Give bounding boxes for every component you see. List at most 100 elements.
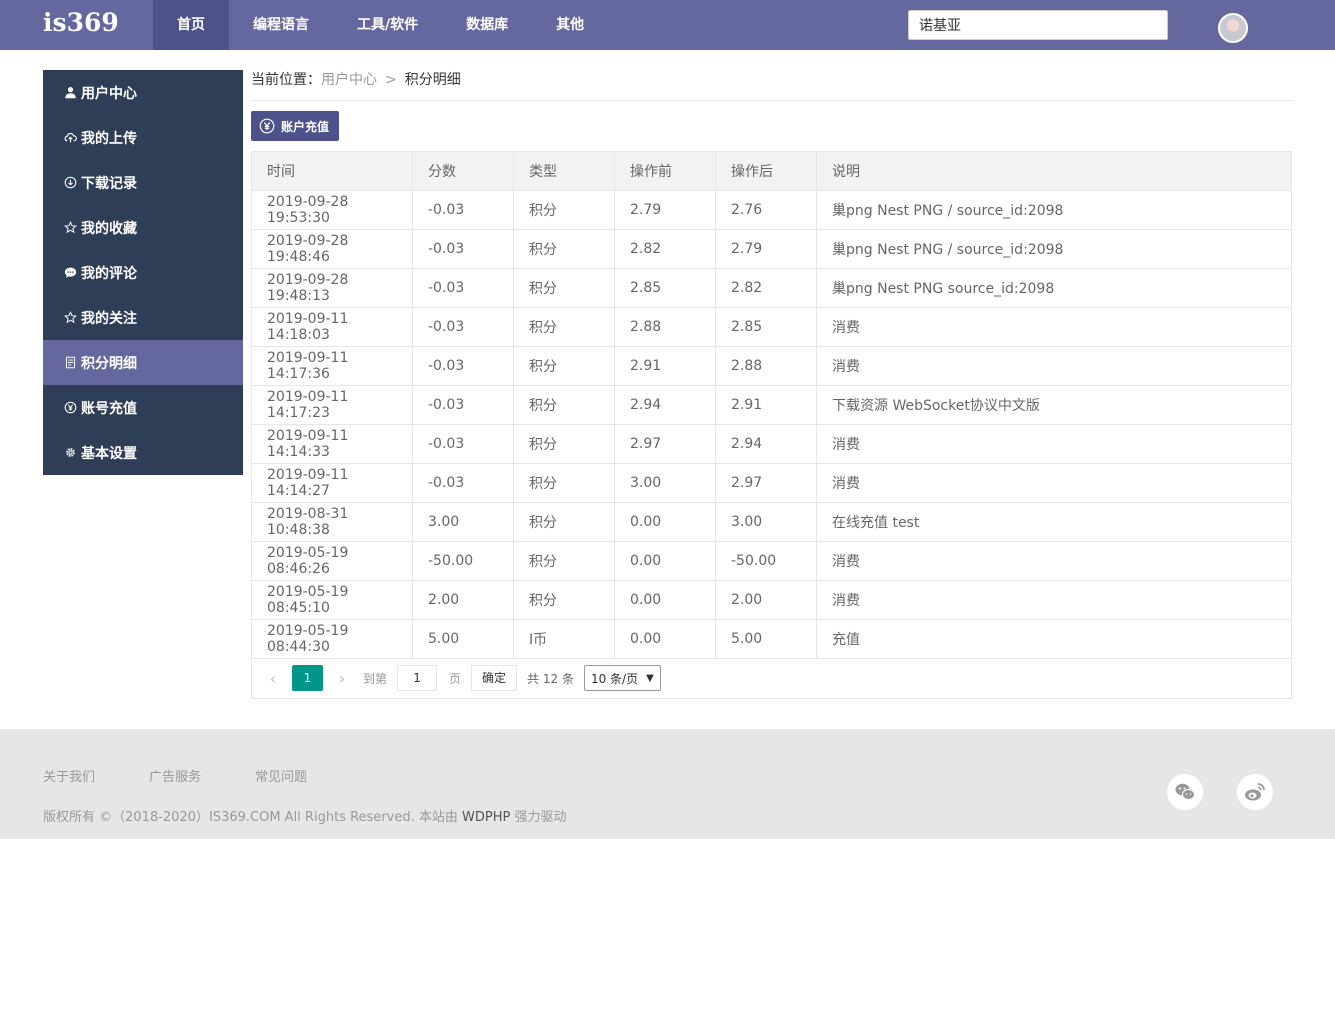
- cloud-upload-icon: [63, 131, 77, 145]
- column-header-before: 操作前: [614, 151, 716, 191]
- cell-description: 消费: [816, 463, 1292, 503]
- sidebar-item-downloads[interactable]: 下载记录: [43, 160, 243, 205]
- cell-score: -0.03: [412, 229, 514, 269]
- main-content: 当前位置：用户中心 > 积分明细 账户充值 时间 分数 类型 操作前 操作后 说明 …: [251, 70, 1292, 699]
- sidebar-item-follows[interactable]: 我的关注: [43, 295, 243, 340]
- sidebar-item-label: 我的评论: [81, 265, 137, 282]
- column-header-description: 说明: [816, 151, 1292, 191]
- sidebar-item-label: 账号充值: [81, 400, 137, 417]
- nav-item-other[interactable]: 其他: [532, 0, 608, 50]
- cell-type: 积分: [513, 229, 615, 269]
- site-logo[interactable]: is369: [43, 8, 119, 37]
- recharge-button-label: 账户充值: [281, 119, 330, 134]
- nav-item-database[interactable]: 数据库: [442, 0, 532, 50]
- cell-type: 积分: [513, 424, 615, 464]
- table-row: 2019-09-11 14:14:27 -0.03 积分 3.00 2.97 消费: [251, 463, 1292, 503]
- sidebar-item-label: 我的关注: [81, 310, 137, 327]
- sidebar-item-label: 基本设置: [81, 445, 137, 462]
- yuan-icon: [63, 401, 77, 415]
- table-row: 2019-09-11 14:17:36 -0.03 积分 2.91 2.88 消费: [251, 346, 1292, 386]
- footer-link-faq[interactable]: 常见问题: [255, 766, 307, 785]
- cell-description: 巢png Nest PNG / source_id:2098: [816, 190, 1292, 230]
- cell-description: 消费: [816, 346, 1292, 386]
- yuan-icon: [259, 118, 275, 134]
- cell-time: 2019-09-28 19:48:46: [251, 229, 413, 269]
- table-row: 2019-09-11 14:18:03 -0.03 积分 2.88 2.85 消费: [251, 307, 1292, 347]
- sidebar-item-recharge[interactable]: 账号充值: [43, 385, 243, 430]
- sidebar-item-points[interactable]: 积分明细: [43, 340, 243, 385]
- page-number-current[interactable]: 1: [292, 665, 323, 691]
- cell-before: 3.00: [614, 463, 716, 503]
- cell-before: 0.00: [614, 541, 716, 581]
- cell-before: 0.00: [614, 619, 716, 659]
- goto-label: 到第: [363, 671, 388, 686]
- sidebar-item-favorites[interactable]: 我的收藏: [43, 205, 243, 250]
- cell-score: -0.03: [412, 346, 514, 386]
- weibo-button[interactable]: [1237, 774, 1273, 810]
- cell-after: 2.00: [715, 580, 817, 620]
- cell-score: 5.00: [412, 619, 514, 659]
- cell-score: -50.00: [412, 541, 514, 581]
- nav-item-tools[interactable]: 工具/软件: [333, 0, 442, 50]
- sidebar-item-label: 我的上传: [81, 130, 137, 147]
- recharge-button[interactable]: 账户充值: [251, 111, 340, 141]
- footer-link-about[interactable]: 关于我们: [43, 766, 95, 785]
- breadcrumb-prefix: 当前位置：: [251, 72, 321, 88]
- star-icon: [63, 221, 77, 235]
- goto-confirm-button[interactable]: 确定: [471, 665, 518, 691]
- chevron-down-icon: ▼: [646, 672, 654, 684]
- goto-page-input[interactable]: [397, 665, 438, 691]
- cell-score: -0.03: [412, 190, 514, 230]
- cell-time: 2019-09-28 19:48:13: [251, 268, 413, 308]
- cell-type: 积分: [513, 463, 615, 503]
- cell-time: 2019-09-11 14:14:27: [251, 463, 413, 503]
- cell-before: 2.94: [614, 385, 716, 425]
- sidebar-item-user-center[interactable]: 用户中心: [43, 70, 243, 115]
- sidebar-item-uploads[interactable]: 我的上传: [43, 115, 243, 160]
- table-header-row: 时间 分数 类型 操作前 操作后 说明: [251, 151, 1292, 191]
- avatar[interactable]: [1218, 13, 1248, 43]
- table-row: 2019-08-31 10:48:38 3.00 积分 0.00 3.00 在线充值 te…: [251, 502, 1292, 542]
- table-row: 2019-09-11 14:14:33 -0.03 积分 2.97 2.94 消费: [251, 424, 1292, 464]
- cell-after: 2.79: [715, 229, 817, 269]
- breadcrumb-current: 积分明细: [404, 72, 461, 88]
- nav-item-home[interactable]: 首页: [153, 0, 229, 50]
- cell-description: 下载资源 WebSocket协议中文版: [816, 385, 1292, 425]
- cell-type: 积分: [513, 385, 615, 425]
- cell-description: 消费: [816, 424, 1292, 464]
- copyright: 版权所有 ©（2018-2020）IS369.COM All Rights Re…: [43, 806, 566, 825]
- column-header-after: 操作后: [715, 151, 817, 191]
- cell-score: -0.03: [412, 424, 514, 464]
- sidebar-item-settings[interactable]: 基本设置: [43, 430, 243, 475]
- footer: 关于我们 广告服务 常见问题 版权所有 ©（2018-2020）IS369.CO…: [0, 729, 1335, 839]
- cell-before: 0.00: [614, 580, 716, 620]
- pagination: ‹ 1 › 到第 页 确定 共 12 条 10 条/页 ▼: [251, 658, 1292, 699]
- nav-item-programming[interactable]: 编程语言: [229, 0, 333, 50]
- cell-type: 积分: [513, 346, 615, 386]
- powered-by-brand[interactable]: WDPHP: [462, 810, 510, 825]
- cell-type: 积分: [513, 580, 615, 620]
- star-outline-icon: [63, 311, 77, 325]
- cell-before: 2.79: [614, 190, 716, 230]
- comment-icon: [63, 266, 77, 280]
- page-size-select[interactable]: 10 条/页 ▼: [583, 665, 661, 691]
- sidebar-item-label: 积分明细: [81, 355, 137, 372]
- footer-link-ads[interactable]: 广告服务: [149, 766, 201, 785]
- gear-icon: [63, 446, 77, 460]
- breadcrumb-link-user-center[interactable]: 用户中心: [321, 72, 377, 88]
- cell-time: 2019-09-11 14:14:33: [251, 424, 413, 464]
- cell-score: -0.03: [412, 385, 514, 425]
- points-table: 时间 分数 类型 操作前 操作后 说明 2019-09-28 19:53:30-…: [251, 151, 1292, 659]
- powered-by-suffix: 强力驱动: [514, 810, 567, 825]
- next-page-icon[interactable]: ›: [333, 669, 351, 688]
- cell-score: -0.03: [412, 463, 514, 503]
- prev-page-icon[interactable]: ‹: [264, 669, 282, 688]
- sidebar: 用户中心 我的上传 下载记录 我的收藏 我的评论 我的关注 积分明细 账号充值 …: [43, 70, 243, 475]
- sidebar-item-comments[interactable]: 我的评论: [43, 250, 243, 295]
- column-header-score: 分数: [412, 151, 514, 191]
- weibo-icon: [1245, 783, 1265, 801]
- cell-after: 5.00: [715, 619, 817, 659]
- breadcrumb-separator: >: [385, 72, 397, 88]
- search-input[interactable]: [908, 10, 1168, 40]
- wechat-button[interactable]: [1167, 774, 1203, 810]
